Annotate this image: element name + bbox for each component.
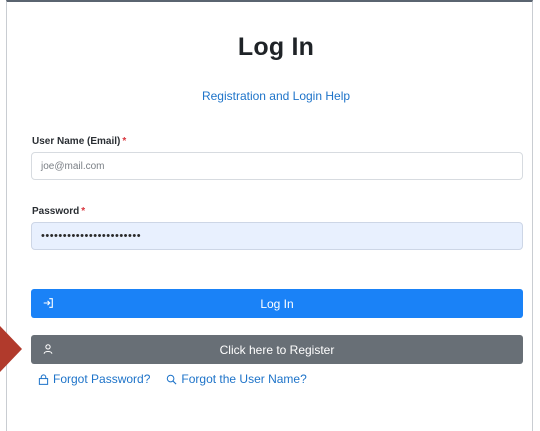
page-title: Log In — [237, 33, 315, 61]
sign-in-icon — [41, 296, 55, 310]
register-button[interactable]: Click here to Register — [31, 335, 523, 364]
lock-icon — [38, 373, 49, 385]
pointer-arrow — [0, 326, 22, 372]
required-marker: * — [122, 136, 127, 147]
password-label: Password * — [32, 206, 85, 217]
username-field[interactable]: joe@mail.com — [31, 152, 523, 180]
help-links: Forgot Password? Forgot the User Name? — [38, 372, 307, 386]
password-field[interactable]: ••••••••••••••••••••••• — [31, 222, 523, 250]
forgot-username-link[interactable]: Forgot the User Name? — [166, 372, 307, 386]
required-marker: * — [81, 206, 86, 217]
password-label-text: Password — [32, 206, 80, 217]
forgot-password-link[interactable]: Forgot Password? — [38, 372, 150, 386]
register-button-label: Click here to Register — [219, 342, 335, 357]
password-value: ••••••••••••••••••••••• — [41, 230, 142, 242]
forgot-password-label: Forgot Password? — [53, 372, 151, 386]
username-placeholder: joe@mail.com — [41, 160, 105, 172]
username-label: User Name (Email) * — [32, 136, 126, 147]
username-label-text: User Name (Email) — [32, 136, 121, 147]
forgot-username-label: Forgot the User Name? — [181, 372, 307, 386]
registration-help-link[interactable]: Registration and Login Help — [0, 89, 540, 103]
person-icon — [41, 342, 55, 356]
login-button-label: Log In — [260, 296, 294, 311]
login-button[interactable]: Log In — [31, 289, 523, 318]
search-icon — [167, 374, 177, 384]
